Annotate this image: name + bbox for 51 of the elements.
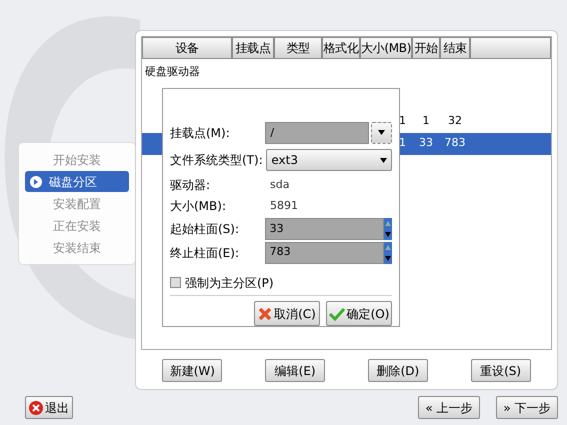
table-cell-text: 32	[447, 113, 463, 130]
field-label: 文件系统类型(T):	[170, 152, 264, 170]
quit-button[interactable]: 退出	[25, 396, 73, 419]
checkmark-icon	[328, 306, 345, 320]
close-icon	[258, 306, 272, 320]
checkbox-label: 强制为主分区(P)	[185, 274, 274, 292]
field-value: 5891	[270, 198, 298, 214]
field-label: 起始柱面(S):	[170, 221, 240, 238]
step-item: 磁盘分区	[25, 171, 129, 192]
filesystem-select[interactable]: ext3	[266, 149, 392, 172]
step-item: 安装配置	[52, 196, 102, 212]
dropdown-button[interactable]	[370, 122, 392, 144]
field-label: 终止柱面(E):	[170, 244, 240, 262]
table-cell-text: 1	[398, 135, 407, 152]
group-label: 硬盘驱动器	[144, 64, 201, 80]
action-button[interactable]: 编辑(E)	[265, 359, 326, 382]
field-label: 驱动器:	[170, 176, 212, 194]
action-button[interactable]: 删除(D)	[368, 359, 428, 382]
next-button[interactable]: » 下一步	[496, 396, 558, 419]
field-label: 大小(MB):	[170, 198, 227, 216]
checkbox[interactable]	[170, 277, 181, 288]
table-cell-text: 1	[422, 113, 430, 130]
action-button[interactable]: 新建(W)	[162, 359, 222, 382]
caret-icon	[378, 130, 385, 136]
spin-input[interactable]: 783	[264, 242, 384, 264]
spin-input[interactable]: 33	[264, 218, 384, 240]
spin-arrows-icon[interactable]	[384, 218, 392, 240]
caret-icon	[380, 158, 387, 163]
column-header[interactable]: 设备	[142, 37, 232, 59]
table-cell-text: 783	[444, 135, 466, 152]
column-header[interactable]: 挂载点	[232, 37, 274, 59]
field-value: sda	[270, 176, 290, 193]
close-icon	[29, 400, 43, 414]
back-button[interactable]: « 上一步	[418, 396, 480, 419]
action-button[interactable]: 重设(S)	[470, 359, 531, 382]
step-item: 安装结束	[52, 240, 102, 256]
column-header[interactable]: 结束	[440, 37, 470, 59]
field-label: 挂载点(M):	[170, 124, 231, 142]
step-item: 正在安装	[52, 218, 102, 234]
column-header[interactable]: 开始	[412, 37, 440, 59]
spin-arrows-icon[interactable]	[384, 242, 392, 264]
mount-point-input[interactable]: /	[265, 122, 369, 144]
column-header[interactable]: 格式化	[322, 37, 360, 59]
table-cell-text: 1	[398, 113, 407, 130]
step-item: 开始安装	[52, 152, 102, 168]
column-header[interactable]: 大小(MB)	[360, 37, 412, 59]
ok-button[interactable]: 确定(O)	[326, 301, 392, 326]
table-cell-text: 33	[418, 135, 434, 152]
current-step-icon	[29, 174, 43, 188]
column-header[interactable]: 类型	[274, 37, 322, 59]
cancel-button[interactable]: 取消(C)	[254, 301, 320, 326]
